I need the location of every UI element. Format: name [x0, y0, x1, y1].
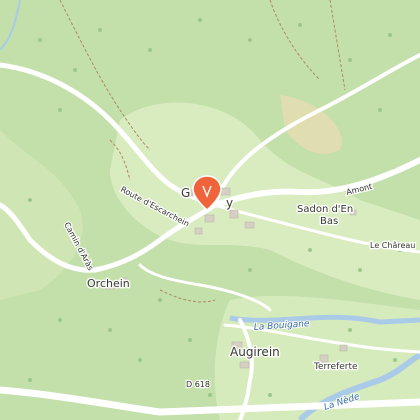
map-canvas[interactable]: G y Orchein Sadon d'En Bas Le Châreau Au… — [0, 0, 420, 420]
place-label-le-chareau: Le Châreau — [370, 241, 415, 250]
place-label-terreferte: Terreferte — [313, 362, 358, 372]
place-label-village: G — [181, 186, 190, 200]
place-label-augirein: Augirein — [230, 345, 280, 359]
road-label-d618: D 618 — [186, 380, 210, 389]
place-label-sadon-2: Bas — [320, 216, 338, 227]
place-label-orchein: Orchein — [87, 277, 130, 290]
place-label-sadon-1: Sadon d'En — [297, 204, 353, 215]
map-view[interactable]: G y Orchein Sadon d'En Bas Le Châreau Au… — [0, 0, 420, 420]
place-label-village-tail: y — [226, 196, 233, 210]
